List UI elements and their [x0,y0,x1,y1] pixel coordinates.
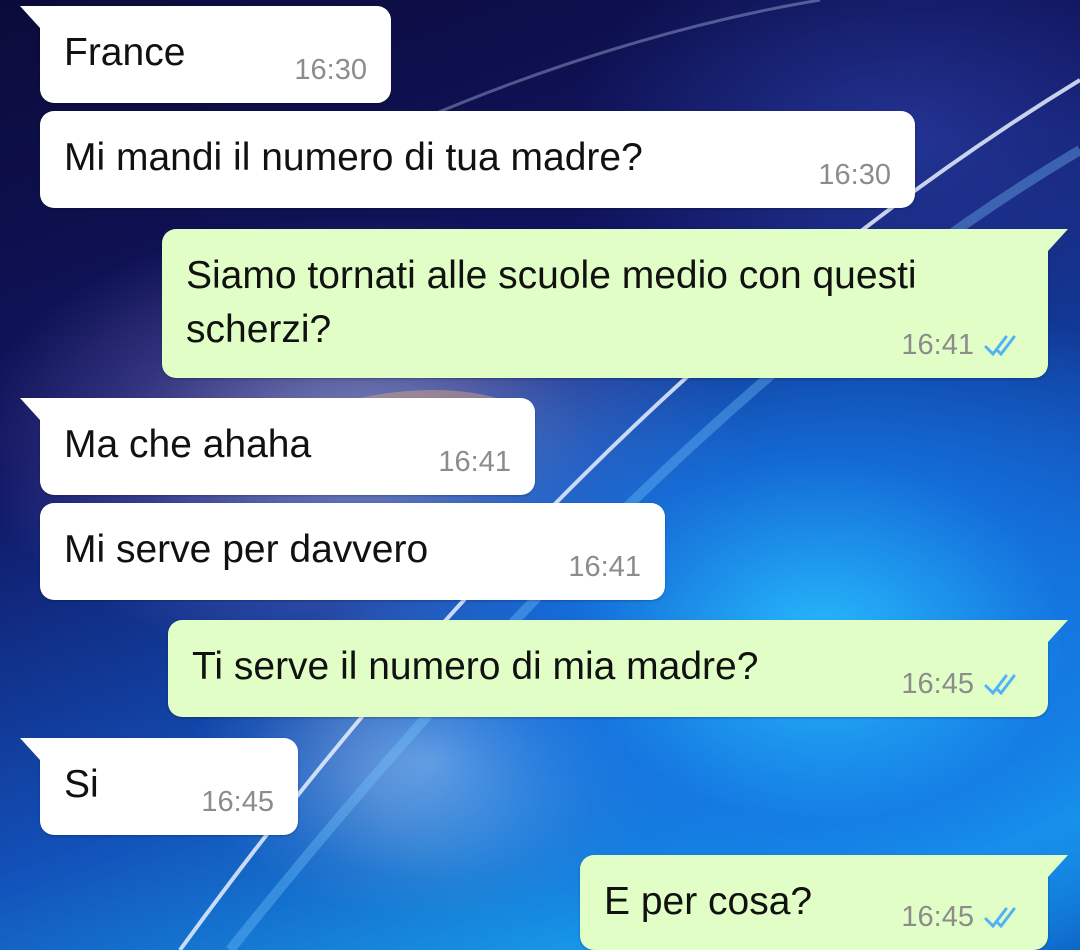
message-text: Ma che ahaha [64,423,312,466]
message-text: Siamo tornati alle scuole medio con ques… [186,254,917,351]
message-bubble-incoming[interactable]: Si 16:45 [20,738,298,835]
message-timestamp: 16:45 [901,668,974,700]
message-bubble-outgoing[interactable]: E per cosa? 16:45 [580,855,1068,950]
message-text: Si [64,763,99,806]
message-timestamp: 16:45 [901,901,974,933]
double-check-read-icon [984,674,1016,695]
message-meta: 16:41 [901,329,1024,362]
message-bubble-incoming[interactable]: France 16:30 [20,6,391,103]
message-meta: 16:30 [294,54,367,87]
message-timestamp: 16:30 [818,159,891,191]
message-meta: 16:45 [901,668,1024,701]
message-bubble-outgoing[interactable]: Siamo tornati alle scuole medio con ques… [162,229,1068,378]
double-check-read-icon [984,907,1016,928]
double-check-read-icon [984,335,1016,356]
message-bubble-incoming[interactable]: Ma che ahaha 16:41 [20,398,535,495]
message-timestamp: 16:41 [568,551,641,583]
message-bubble-outgoing[interactable]: Ti serve il numero di mia madre? 16:45 [168,620,1068,717]
message-timestamp: 16:41 [438,446,511,478]
message-text: Mi serve per davvero [64,528,429,571]
message-meta: 16:45 [201,786,274,819]
message-timestamp: 16:30 [294,54,367,86]
message-bubble-incoming[interactable]: Mi serve per davvero 16:41 [40,503,665,600]
message-timestamp: 16:45 [201,786,274,818]
message-meta: 16:41 [438,446,511,479]
message-timestamp: 16:41 [901,329,974,361]
message-meta: 16:30 [818,159,891,192]
message-meta: 16:41 [568,551,641,584]
message-meta: 16:45 [901,901,1024,934]
message-text: E per cosa? [604,880,813,923]
message-text: Ti serve il numero di mia madre? [192,645,759,688]
message-text: Mi mandi il numero di tua madre? [64,136,643,179]
message-text: France [64,31,186,74]
message-bubble-incoming[interactable]: Mi mandi il numero di tua madre? 16:30 [40,111,915,208]
